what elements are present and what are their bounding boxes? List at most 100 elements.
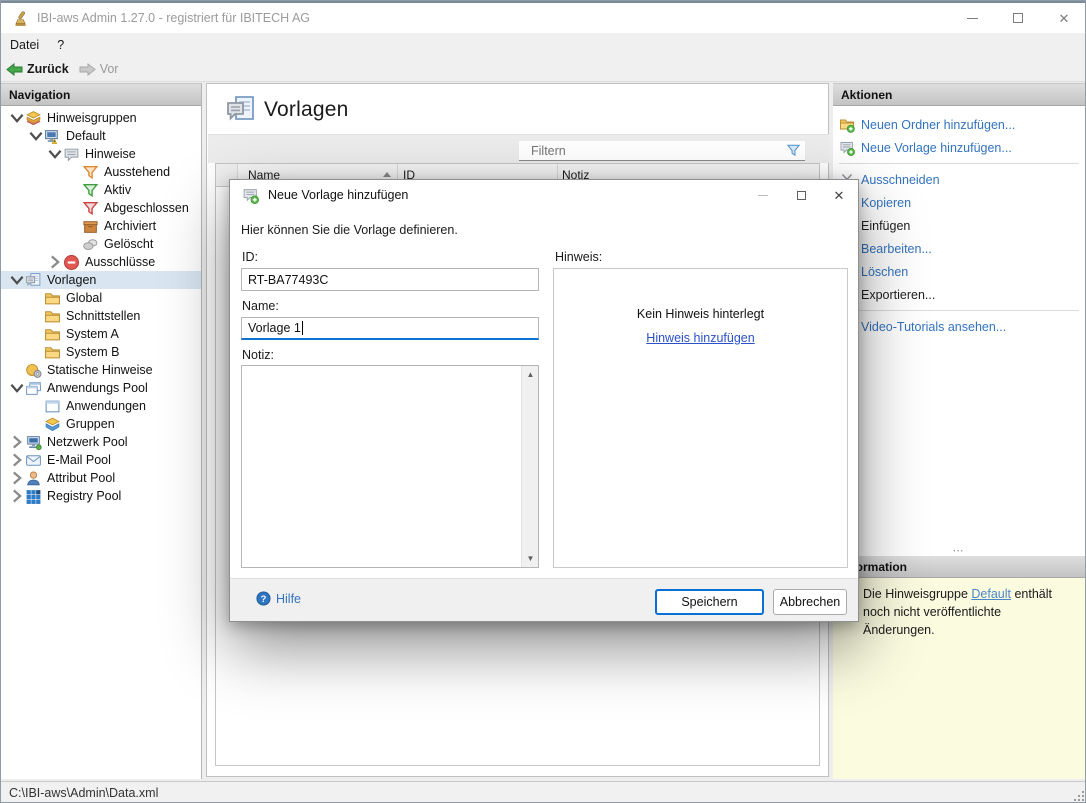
- panel-splitter-grip[interactable]: ⋯: [833, 544, 1085, 556]
- statusbar-path: C:\IBI-aws\Admin\Data.xml: [9, 786, 158, 800]
- tree-item-default[interactable]: Default: [1, 127, 201, 145]
- funnel-orange-icon: [82, 164, 99, 181]
- tree-item-abgeschlossen[interactable]: Abgeschlossen: [1, 199, 201, 217]
- action-label: Löschen: [861, 265, 908, 279]
- chevron-right-icon[interactable]: [47, 254, 63, 270]
- action-neuen-ordner-hinzufügen[interactable]: Neuen Ordner hinzufügen...: [833, 113, 1085, 136]
- action-video-tutorials-ansehen[interactable]: Video-Tutorials ansehen...: [833, 315, 1085, 338]
- tree-item-gruppen[interactable]: Gruppen: [1, 415, 201, 433]
- forward-button[interactable]: Vor: [74, 60, 124, 78]
- expander-spacer: [66, 236, 82, 252]
- chevron-right-icon[interactable]: [9, 434, 25, 450]
- information-header: Information: [833, 556, 1085, 578]
- action-kopieren[interactable]: Kopieren: [833, 191, 1085, 214]
- minimize-button[interactable]: [949, 3, 995, 33]
- dialog-minimize-button[interactable]: [744, 180, 782, 210]
- tree-item-system-b[interactable]: System B: [1, 343, 201, 361]
- tree-item-anwendungen[interactable]: Anwendungen: [1, 397, 201, 415]
- name-input[interactable]: Vorlage 1: [241, 317, 539, 340]
- template-plus-icon: [242, 187, 259, 204]
- expander-spacer: [9, 362, 25, 378]
- dialog-close-button[interactable]: ✕: [820, 180, 858, 210]
- chevron-down-icon[interactable]: [9, 110, 25, 126]
- tree-item-schnittstellen[interactable]: Schnittstellen: [1, 307, 201, 325]
- action-löschen[interactable]: Löschen: [833, 260, 1085, 283]
- notiz-textarea[interactable]: ▲ ▼: [241, 365, 539, 568]
- tree-item-global[interactable]: Global: [1, 289, 201, 307]
- information-text: Die Hinweisgruppe Default enthält noch n…: [833, 578, 1085, 779]
- tree-item-ausstehend[interactable]: Ausstehend: [1, 163, 201, 181]
- maximize-button[interactable]: [995, 3, 1041, 33]
- expander-spacer: [28, 344, 44, 360]
- navigation-header: Navigation: [1, 84, 201, 106]
- hinweis-panel: Kein Hinweis hinterlegt Hinweis hinzufüg…: [553, 268, 848, 568]
- tree-item-label: Gelöscht: [104, 237, 153, 251]
- sort-ascending-icon: [383, 172, 391, 177]
- chevron-right-icon[interactable]: [9, 452, 25, 468]
- id-input[interactable]: [241, 268, 539, 291]
- tree-item-aktiv[interactable]: Aktiv: [1, 181, 201, 199]
- expander-spacer: [28, 326, 44, 342]
- tree-item-hinweise[interactable]: Hinweise: [1, 145, 201, 163]
- expander-spacer: [66, 200, 82, 216]
- filter-funnel-icon[interactable]: [786, 143, 801, 158]
- filter-input[interactable]: [519, 143, 786, 159]
- tree-item-hinweisgruppen[interactable]: Hinweisgruppen: [1, 109, 201, 127]
- close-button[interactable]: ✕: [1041, 3, 1086, 33]
- menu-help[interactable]: ?: [48, 35, 73, 55]
- registry-grid-icon: [25, 488, 42, 505]
- chevron-right-icon[interactable]: [9, 488, 25, 504]
- help-link[interactable]: ? Hilfe: [256, 591, 301, 606]
- tree-item-registry-pool[interactable]: Registry Pool: [1, 487, 201, 505]
- app-icon: [11, 9, 29, 27]
- dialog-title: Neue Vorlage hinzufügen: [268, 188, 408, 202]
- expander-spacer: [66, 164, 82, 180]
- menubar: Datei ?: [1, 33, 1086, 57]
- tree-item-gel-scht[interactable]: Gelöscht: [1, 235, 201, 253]
- tree-item-netzwerk-pool[interactable]: Netzwerk Pool: [1, 433, 201, 451]
- add-hinweis-link[interactable]: Hinweis hinzufügen: [646, 331, 754, 345]
- folder-icon: [44, 326, 61, 343]
- tree-item-archiviert[interactable]: Archiviert: [1, 217, 201, 235]
- chevron-down-icon[interactable]: [47, 146, 63, 162]
- svg-text:?: ?: [261, 594, 267, 604]
- chevron-right-icon[interactable]: [9, 470, 25, 486]
- cancel-button[interactable]: Abbrechen: [773, 589, 847, 615]
- email-icon: [25, 452, 42, 469]
- tree-item-statische-hinweise[interactable]: Statische Hinweise: [1, 361, 201, 379]
- chevron-down-icon[interactable]: [28, 128, 44, 144]
- menu-datei[interactable]: Datei: [1, 35, 48, 55]
- chevron-down-icon[interactable]: [9, 272, 25, 288]
- save-button[interactable]: Speichern: [655, 589, 764, 615]
- dialog-description: Hier können Sie die Vorlage definieren.: [241, 223, 458, 237]
- action-neue-vorlage-hinzufügen[interactable]: Neue Vorlage hinzufügen...: [833, 136, 1085, 159]
- tree-item-system-a[interactable]: System A: [1, 325, 201, 343]
- window-title: IBI-aws Admin 1.27.0 - registriert für I…: [37, 11, 310, 25]
- tree-item-label: Ausstehend: [104, 165, 170, 179]
- dialog-maximize-button[interactable]: [782, 180, 820, 210]
- help-label: Hilfe: [276, 592, 301, 606]
- page-title: Vorlagen: [264, 98, 349, 122]
- notiz-scrollbar[interactable]: ▲ ▼: [521, 366, 538, 567]
- tree-item-ausschl-sse[interactable]: Ausschlüsse: [1, 253, 201, 271]
- scroll-up-icon[interactable]: ▲: [522, 366, 539, 383]
- network-monitor-icon: [25, 434, 42, 451]
- scroll-down-icon[interactable]: ▼: [522, 550, 539, 567]
- id-input-field[interactable]: [248, 273, 532, 287]
- default-group-link[interactable]: Default: [971, 587, 1011, 601]
- tree-item-anwendungs-pool[interactable]: Anwendungs Pool: [1, 379, 201, 397]
- resize-grip[interactable]: [1072, 789, 1084, 801]
- tree-item-attribut-pool[interactable]: Attribut Pool: [1, 469, 201, 487]
- action-ausschneiden[interactable]: Ausschneiden: [833, 168, 1085, 191]
- back-button[interactable]: Zurück: [1, 60, 74, 78]
- action-bearbeiten[interactable]: Bearbeiten...: [833, 237, 1085, 260]
- tree-item-e-mail-pool[interactable]: E-Mail Pool: [1, 451, 201, 469]
- dialog-titlebar: Neue Vorlage hinzufügen ✕: [230, 180, 858, 210]
- action-label: Exportieren...: [861, 288, 935, 302]
- tree-item-label: Hinweise: [85, 147, 136, 161]
- actions-panel: Aktionen Neuen Ordner hinzufügen...Neue …: [833, 83, 1085, 544]
- back-arrow-icon: [6, 63, 23, 76]
- chevron-down-icon[interactable]: [9, 380, 25, 396]
- tree-item-vorlagen[interactable]: Vorlagen: [1, 271, 201, 289]
- folder-plus-icon: [839, 117, 855, 133]
